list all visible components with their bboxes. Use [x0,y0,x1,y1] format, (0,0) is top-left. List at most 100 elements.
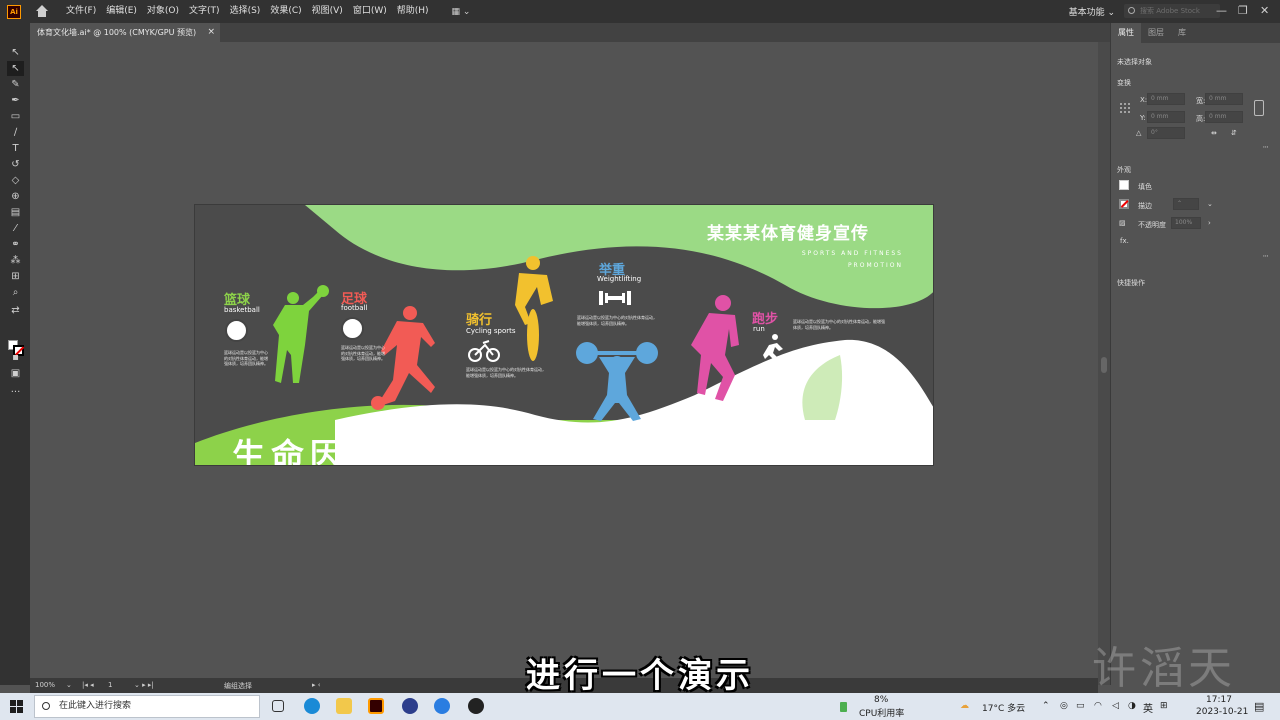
type-tool-icon[interactable]: T [9,143,22,154]
menu-file[interactable]: 文件(F) [61,0,101,23]
direct-selection-tool-icon[interactable]: ↖ [7,61,24,76]
home-icon[interactable] [35,4,49,19]
illustrator-taskbar-icon[interactable] [368,698,384,714]
paintbrush-tool-icon[interactable]: ∕ [9,127,22,138]
transform-more-options-icon[interactable]: ··· [1262,143,1269,153]
blend-tool-icon[interactable]: ⚭ [9,239,22,250]
tab-properties[interactable]: 属性 [1111,23,1141,43]
flip-horizontal-icon[interactable]: ⇹ [1211,129,1217,137]
weather-icon: ☁ [960,701,969,711]
opacity-arrow-icon[interactable]: › [1208,219,1211,227]
quick-actions-title: 快捷操作 [1117,279,1145,287]
opacity-field[interactable]: 100% [1171,217,1201,229]
windows-start-icon[interactable] [10,700,23,713]
menu-type[interactable]: 文字(T) [184,0,225,23]
notification-icon[interactable]: ▤ [1254,700,1264,713]
artboard[interactable]: 某某某体育健身宣传 SPORTS AND FITNESS PROMOTION 篮… [194,204,934,466]
menu-help[interactable]: 帮助(H) [392,0,434,23]
clock-time[interactable]: 17:17 [1206,695,1232,705]
menu-select[interactable]: 选择(S) [225,0,266,23]
close-tab-icon[interactable]: × [207,23,215,42]
stroke-weight-dropdown-icon[interactable]: ⌄ [1207,200,1213,208]
fill-color-swatch[interactable] [1119,180,1129,190]
file-explorer-icon[interactable] [336,698,352,714]
scrollbar-thumb[interactable] [1101,357,1107,373]
app-icon[interactable] [402,698,418,714]
menu-effect[interactable]: 效果(C) [265,0,306,23]
cyclist-silhouette [515,256,553,361]
panel-tabs: 属性 图层 库 [1111,23,1280,43]
y-field[interactable]: 0 mm [1147,111,1185,123]
cycling-label-en: Cycling sports [466,327,516,335]
stock-search-input[interactable]: 搜索 Adobe Stock [1124,4,1220,18]
selection-tool-icon[interactable]: ↖ [9,47,22,58]
input-method-icon[interactable]: ⊞ [1160,701,1168,711]
weightlifting-description: 篮球运动是以投篮为中心的对抗性体育运动，能增强体质，培养团队精神。 [577,315,657,326]
color-mode-icon[interactable]: ▪ [9,352,22,363]
stroke-color-swatch[interactable] [1119,199,1129,209]
rectangle-tool-icon[interactable]: ▭ [9,111,22,122]
app-icon[interactable] [434,698,450,714]
document-tab[interactable]: 体育文化墙.ai* @ 100% (CMYK/GPU 预览) × [30,23,220,42]
artwork-subtitle-line1: SPORTS AND FITNESS [801,250,903,257]
main-menu: 文件(F) 编辑(E) 对象(O) 文字(T) 选择(S) 效果(C) 视图(V… [61,0,434,23]
wifi-icon[interactable]: ◠ [1094,701,1102,711]
workspace-switcher[interactable]: 基本功能 ⌄ [1069,5,1115,18]
recorder-icon[interactable] [468,698,484,714]
x-field[interactable]: 0 mm [1147,93,1185,105]
basketball-icon [225,319,248,342]
height-field[interactable]: 0 mm [1205,111,1243,123]
symbol-sprayer-tool-icon[interactable]: ⁂ [9,255,22,266]
volume-icon[interactable]: ◁ [1112,701,1119,711]
cycling-icon [468,340,500,362]
football-label-en: football [341,304,368,312]
artwork-subtitle-line2: PROMOTION [847,262,903,269]
battery-icon [840,702,847,712]
menu-window[interactable]: 窗口(W) [348,0,392,23]
screen-mode-icon[interactable]: ▣ [9,368,22,379]
network-icon[interactable]: ▭ [1076,701,1085,711]
panel-scrollbar[interactable] [1098,42,1110,685]
magic-wand-tool-icon[interactable]: ✎ [9,79,22,90]
stroke-weight-field[interactable]: ⌃ [1173,198,1199,210]
tab-layers[interactable]: 图层 [1141,23,1171,43]
pen-tool-icon[interactable]: ✒ [9,95,22,106]
show-hidden-icons-icon[interactable]: ⌃ [1042,701,1050,711]
eyedropper-tool-icon[interactable]: ⁄ [9,223,22,234]
eraser-tool-icon[interactable]: ◇ [9,175,22,186]
width-field[interactable]: 0 mm [1205,93,1243,105]
tray-app-icon[interactable]: ◎ [1060,701,1068,711]
maximize-button[interactable]: ❐ [1238,4,1248,17]
edge-browser-icon[interactable] [304,698,320,714]
tab-libraries[interactable]: 库 [1171,23,1193,43]
input-language[interactable]: 英 [1143,700,1153,715]
menu-view[interactable]: 视图(V) [307,0,348,23]
angle-field[interactable]: 0° [1147,127,1185,139]
menu-edit[interactable]: 编辑(E) [101,0,142,23]
basketball-player-silhouette [273,285,329,383]
rotate-tool-icon[interactable]: ↺ [9,159,22,170]
document-tab-bar: 体育文化墙.ai* @ 100% (CMYK/GPU 预览) × [30,23,1110,42]
effects-icon[interactable]: fx. [1120,237,1129,245]
width-label: 宽: [1196,97,1206,105]
reference-point-icon[interactable] [1119,102,1131,114]
constrain-proportions-icon[interactable] [1254,100,1264,116]
ime-mode-icon[interactable]: ◑ [1128,701,1136,711]
gradient-tool-icon[interactable]: ▤ [9,207,22,218]
shape-builder-tool-icon[interactable]: ⊕ [9,191,22,202]
more-tools-icon[interactable]: ··· [9,387,22,398]
artboard-tool-icon[interactable]: ⊞ [9,271,22,282]
arrange-documents-icon[interactable]: ▦ ⌄ [452,7,471,17]
appearance-more-options-icon[interactable]: ··· [1262,252,1269,262]
cycling-description: 篮球运动是以投篮为中心的对抗性体育运动，能增强体质，培养团队精神。 [466,367,546,378]
task-view-icon[interactable] [272,700,284,712]
clock-date[interactable]: 2023-10-21 [1196,707,1248,717]
minimize-button[interactable]: — [1216,4,1227,17]
zoom-tool-icon[interactable]: ⌕ [9,287,22,298]
close-button[interactable]: ✕ [1260,4,1269,17]
weather-text[interactable]: 17°C 多云 [982,701,1025,714]
flip-vertical-icon[interactable]: ⇵ [1231,129,1237,137]
swap-fill-stroke-icon[interactable]: ⇄ [9,305,22,316]
taskbar-search-input[interactable]: 在此键入进行搜索 [34,695,260,718]
menu-object[interactable]: 对象(O) [142,0,184,23]
